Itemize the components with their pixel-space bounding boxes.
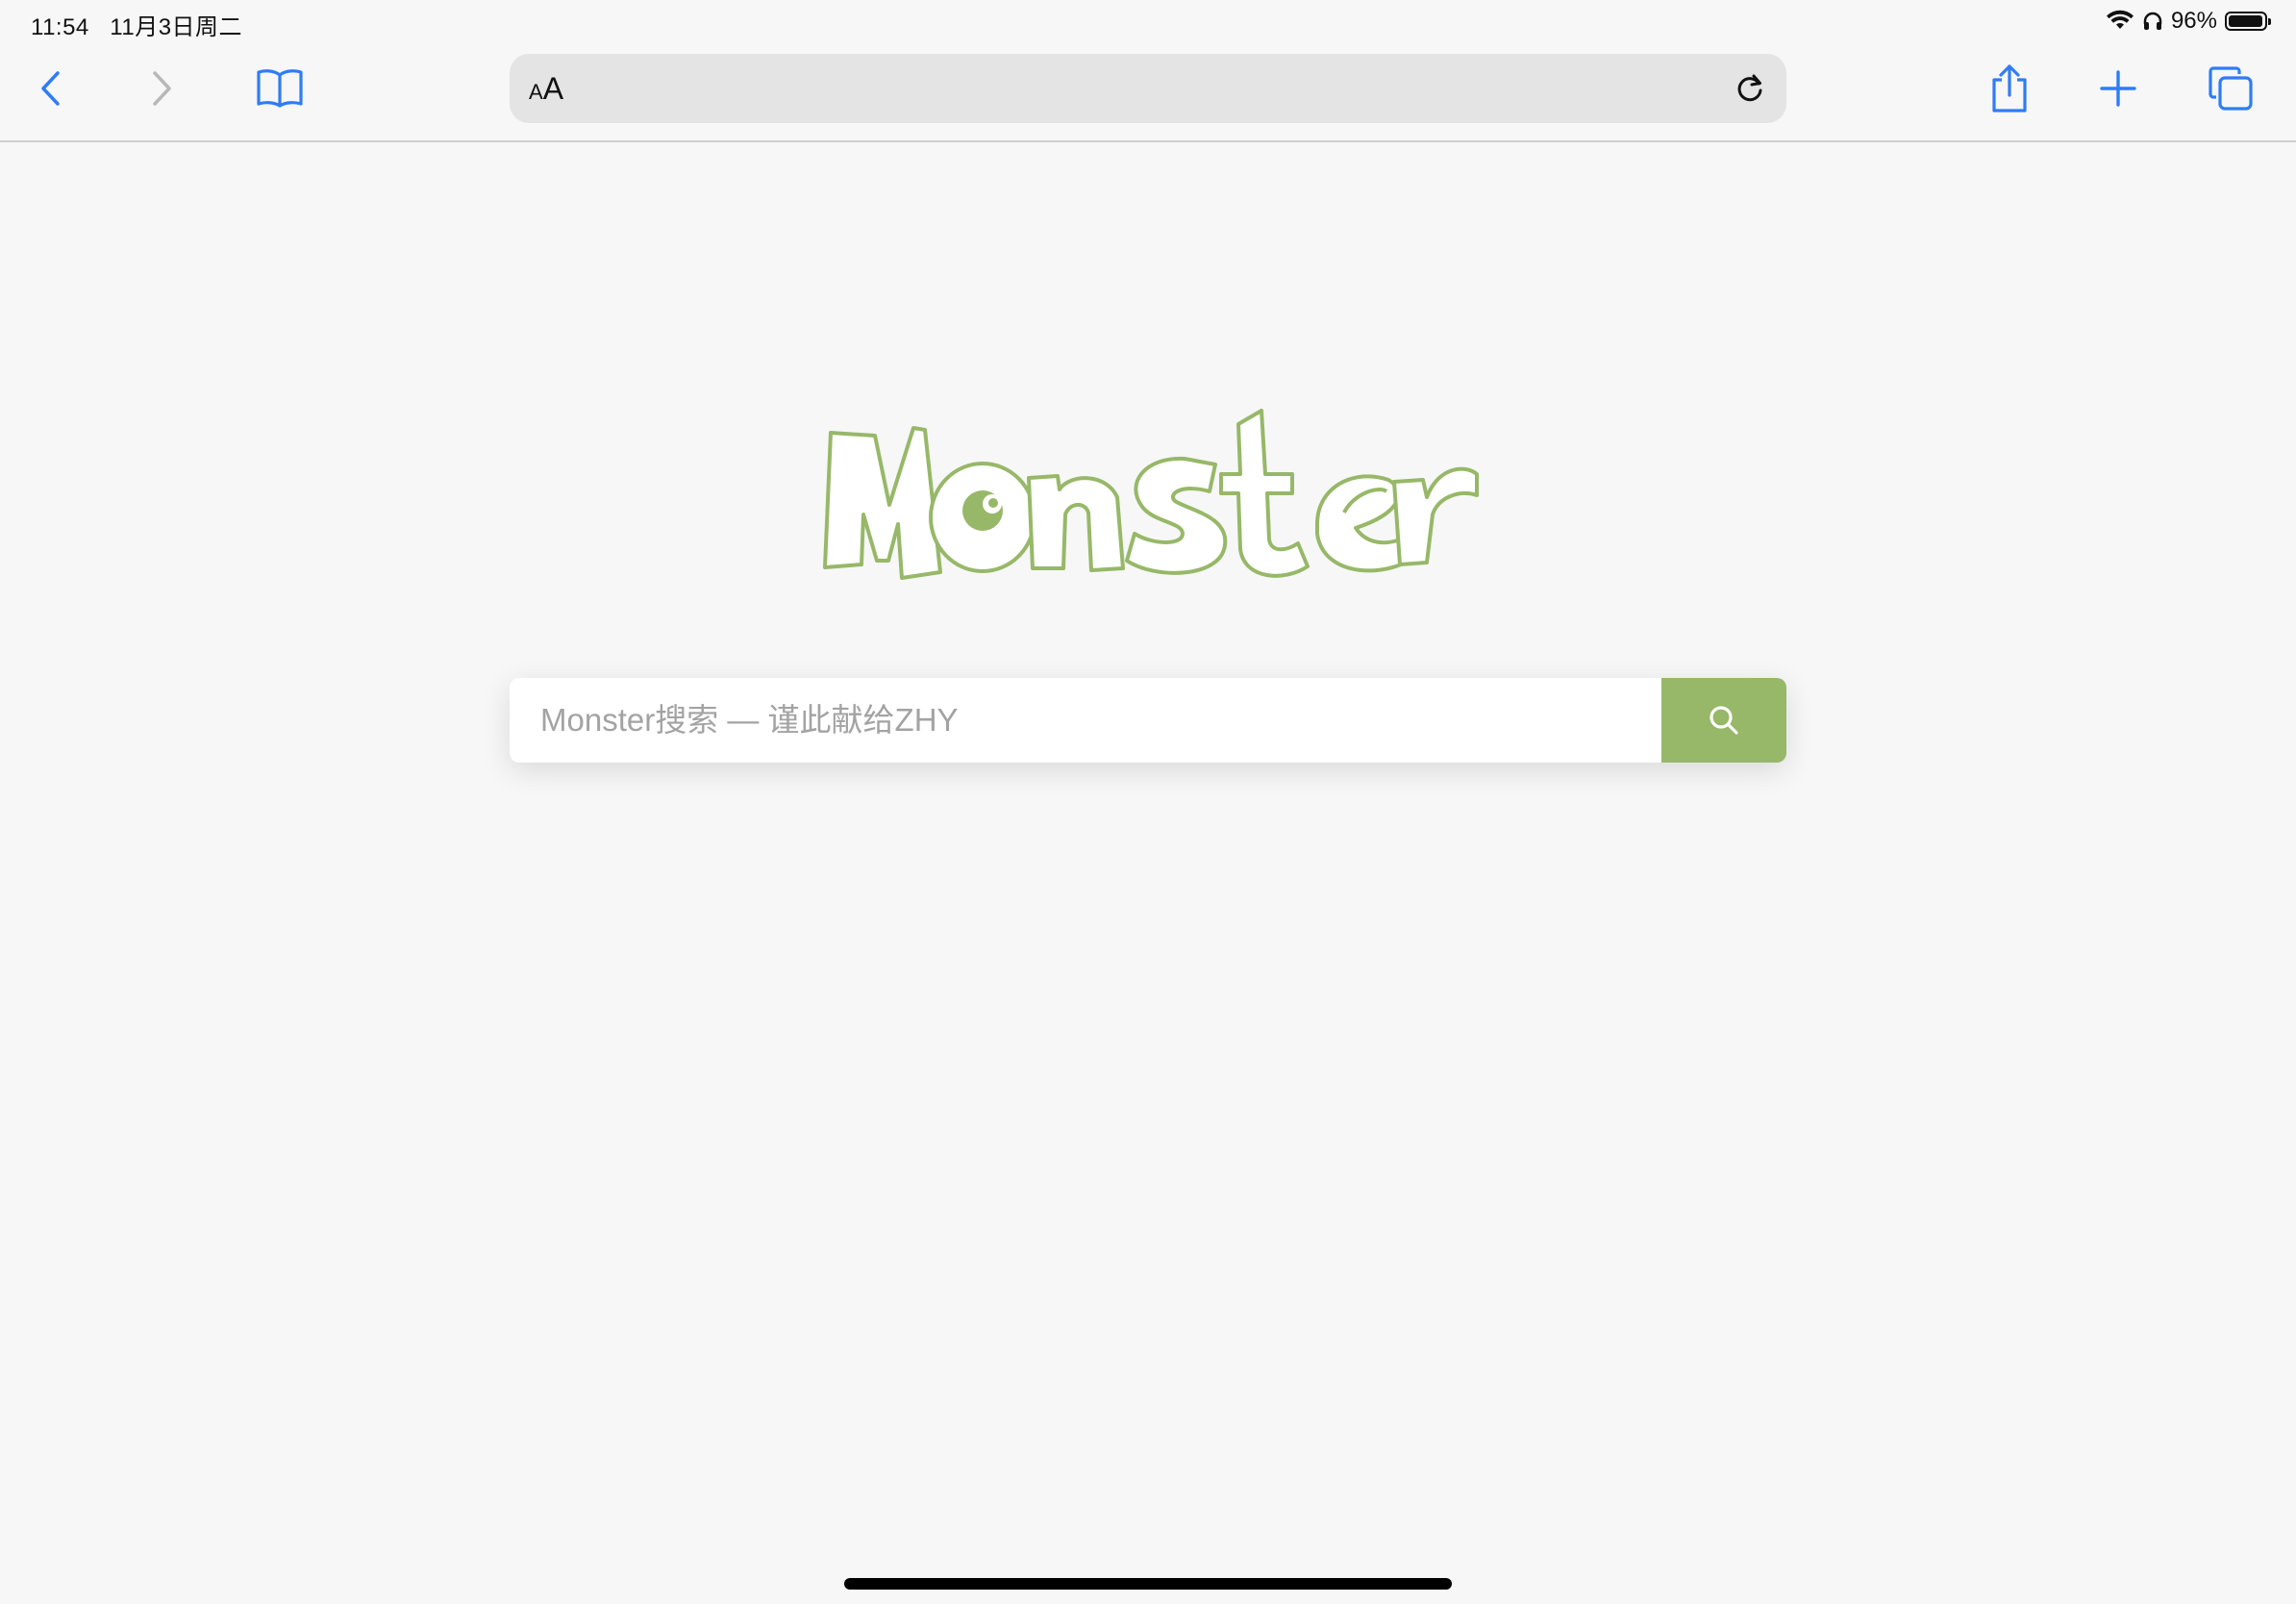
wifi-icon: [2106, 10, 2134, 29]
plus-icon: [2100, 70, 2136, 107]
share-icon: [1992, 64, 2027, 113]
time-text: 11:54: [31, 14, 89, 40]
reload-button[interactable]: [1727, 65, 1773, 112]
chevron-right-icon: [153, 71, 171, 106]
battery-fill: [2229, 15, 2262, 27]
search-button[interactable]: [1661, 678, 1786, 763]
status-indicators: 96%: [2106, 8, 2271, 35]
forward-button[interactable]: [128, 55, 195, 122]
search-icon: [1710, 706, 1738, 735]
status-bar: 11:54 11月3日周二 96%: [0, 0, 2296, 42]
headphones-icon: [2143, 12, 2162, 30]
new-tab-button[interactable]: [2084, 55, 2152, 122]
tabs-overview-button[interactable]: [2197, 55, 2264, 122]
reader-label-small: A: [529, 80, 543, 104]
share-button[interactable]: [1976, 55, 2043, 122]
status-time: 11:54 11月3日周二: [31, 8, 242, 41]
reload-icon: [1737, 74, 1762, 102]
reader-label-large: A: [542, 71, 564, 106]
chevron-left-icon: [41, 71, 60, 106]
bookmarks-button[interactable]: [246, 55, 313, 122]
battery-percent: 96%: [2170, 8, 2217, 34]
reader-options-button[interactable]: AA: [529, 71, 563, 107]
home-indicator[interactable]: [844, 1578, 1452, 1590]
browser-toolbar: AA: [0, 42, 2296, 142]
address-bar[interactable]: AA: [510, 54, 1786, 123]
search-form: [510, 678, 1786, 763]
tabs-icon: [2209, 66, 2253, 111]
date-text: 11月3日周二: [110, 14, 243, 40]
back-button[interactable]: [17, 55, 85, 122]
logo-graphic: [823, 409, 1479, 580]
monster-logo: [817, 389, 1481, 601]
battery-icon: [2225, 12, 2271, 31]
search-input[interactable]: [510, 678, 1661, 763]
book-icon: [257, 69, 303, 108]
